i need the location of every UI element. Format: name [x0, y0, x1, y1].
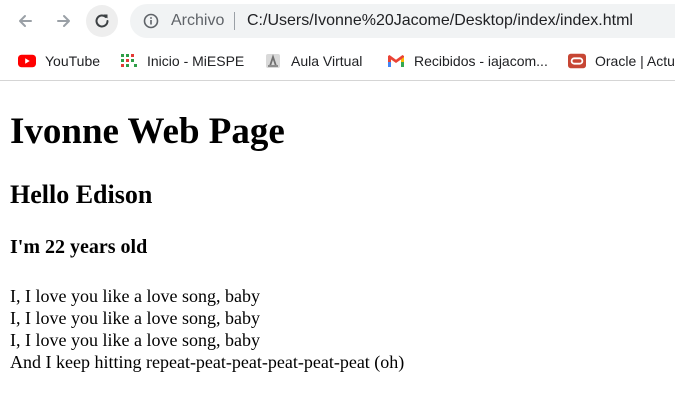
- age-heading: I'm 22 years old: [10, 236, 148, 258]
- lyrics-line: I, I love you like a love song, baby: [10, 330, 260, 350]
- bookmark-miespe[interactable]: Inicio - MiESPE: [120, 51, 244, 71]
- page-title: Ivonne Web Page: [10, 111, 285, 152]
- bookmark-label: Aula Virtual: [291, 53, 363, 69]
- arrow-forward-icon: [57, 15, 70, 27]
- bookmark-oracle[interactable]: Oracle | Actu: [568, 51, 675, 71]
- bookmark-aula-virtual[interactable]: Aula Virtual: [264, 51, 362, 71]
- back-button[interactable]: [9, 5, 41, 37]
- oracle-icon: [568, 53, 586, 69]
- bookmarks-bar: YouTube Inicio - MiESPE Aula Virtual Rec…: [0, 43, 675, 81]
- bookmark-label: YouTube: [45, 53, 101, 69]
- lyrics-block: I, I love you like a love song, baby I, …: [10, 285, 404, 373]
- bookmark-label: Oracle | Actu: [595, 53, 675, 69]
- forward-button[interactable]: [48, 5, 80, 37]
- page-content: Ivonne Web Page Hello Edison I'm 22 year…: [0, 82, 675, 402]
- bookmark-label: Inicio - MiESPE: [147, 53, 245, 69]
- address-bar[interactable]: Archivo C:/Users/Ivonne%20Jacome/Desktop…: [130, 4, 675, 38]
- gmail-icon: [387, 53, 405, 69]
- youtube-icon: [18, 53, 36, 69]
- url-text[interactable]: C:/Users/Ivonne%20Jacome/Desktop/index/i…: [247, 12, 633, 30]
- lyrics-line: I, I love you like a love song, baby: [10, 308, 260, 328]
- bookmark-youtube[interactable]: YouTube: [18, 51, 100, 71]
- reload-icon: [95, 14, 109, 28]
- browser-toolbar: Archivo C:/Users/Ivonne%20Jacome/Desktop…: [0, 0, 675, 43]
- info-icon[interactable]: [143, 13, 159, 29]
- scheme-label: Archivo: [171, 12, 225, 29]
- reload-button[interactable]: [86, 5, 118, 37]
- omnibox-divider: [234, 12, 235, 30]
- lyrics-line: And I keep hitting repeat-peat-peat-peat…: [10, 352, 405, 372]
- miespe-icon: [120, 53, 138, 69]
- bookmark-label: Recibidos - iajacom...: [414, 53, 548, 69]
- aula-virtual-icon: [264, 53, 282, 69]
- bookmark-gmail[interactable]: Recibidos - iajacom...: [387, 51, 548, 71]
- greeting-heading: Hello Edison: [10, 180, 153, 209]
- arrow-back-icon: [19, 15, 32, 27]
- lyrics-line: I, I love you like a love song, baby: [10, 286, 260, 306]
